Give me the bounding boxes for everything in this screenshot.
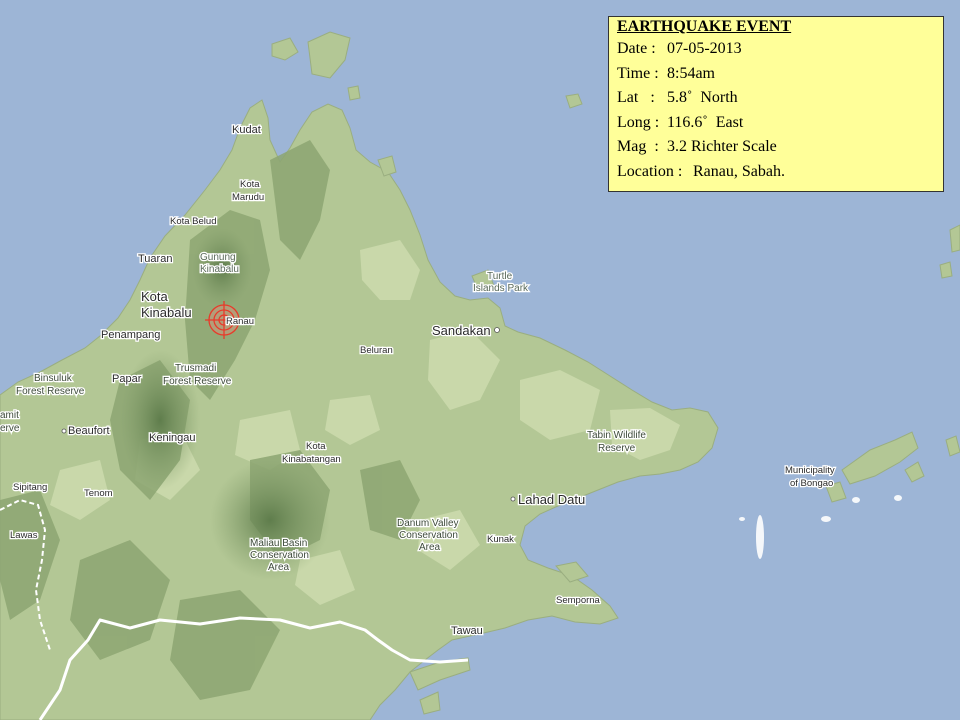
label-turtle-islands-line1: Turtle bbox=[487, 271, 513, 282]
date-label: Date : bbox=[617, 40, 656, 57]
longitude-value: 116.6˚ East bbox=[667, 113, 744, 131]
label-penampang: Penampang bbox=[101, 329, 160, 341]
latitude-row: Lat : 5.8˚ North bbox=[617, 86, 935, 111]
label-ranau: Ranau bbox=[226, 316, 254, 327]
location-value: Ranau, Sabah. bbox=[693, 162, 785, 180]
label-papar: Papar bbox=[112, 373, 142, 385]
label-semporna: Semporna bbox=[556, 595, 601, 606]
label-bongao-line1: Municipality bbox=[785, 465, 835, 476]
label-trusmadi-line1: Trusmadi bbox=[175, 363, 216, 374]
label-binsuluk-line2: Forest Reserve bbox=[16, 386, 85, 397]
label-gunung-line1: Gunung bbox=[200, 252, 236, 263]
label-kota-marudu-line2: Marudu bbox=[232, 192, 264, 203]
label-maliau-line2: Conservation bbox=[250, 550, 309, 561]
label-tabin-line1: Tabin Wildlife bbox=[587, 430, 646, 441]
time-value: 8:54am bbox=[667, 64, 715, 82]
label-kota-kinabalu-line2: Kinabalu bbox=[141, 305, 192, 320]
label-maliau-line3: Area bbox=[268, 562, 290, 573]
label-tabin-line2: Reserve bbox=[598, 443, 636, 454]
label-amit-line1: amit bbox=[0, 410, 19, 421]
magnitude-value: 3.2 Richter Scale bbox=[667, 138, 777, 155]
magnitude-label: Mag : bbox=[617, 138, 659, 155]
label-gunung-line2: Kinabalu bbox=[200, 264, 239, 275]
label-kota-kinabalu-line1: Kota bbox=[141, 289, 169, 304]
longitude-row: Long : 116.6˚ East bbox=[617, 111, 935, 136]
latitude-label: Lat : bbox=[617, 89, 655, 106]
label-danum-line3: Area bbox=[419, 542, 441, 553]
label-kunak: Kunak bbox=[487, 534, 514, 545]
label-danum-line2: Conservation bbox=[399, 530, 458, 541]
label-tuaran: Tuaran bbox=[138, 253, 172, 265]
date-value: 07-05-2013 bbox=[667, 40, 742, 57]
label-lahad-datu: Lahad Datu bbox=[518, 492, 585, 507]
label-tenom: Tenom bbox=[84, 488, 113, 499]
longitude-label: Long : bbox=[617, 113, 660, 131]
magnitude-row: Mag : 3.2 Richter Scale bbox=[617, 135, 935, 160]
label-lawas: Lawas bbox=[10, 530, 38, 541]
label-tawau: Tawau bbox=[451, 625, 483, 637]
location-label: Location : bbox=[617, 162, 683, 180]
label-amit-line2: erve bbox=[0, 423, 20, 434]
date-row: Date : 07-05-2013 bbox=[617, 37, 935, 62]
label-turtle-islands-line2: Islands Park bbox=[473, 283, 529, 294]
earthquake-info-box: EARTHQUAKE EVENT Date : 07-05-2013 Time … bbox=[608, 16, 944, 192]
latitude-value: 5.8˚ North bbox=[667, 89, 738, 106]
location-row: Location : Ranau, Sabah. bbox=[617, 160, 935, 185]
label-trusmadi-line2: Forest Reserve bbox=[163, 376, 232, 387]
label-sandakan: Sandakan bbox=[432, 323, 491, 338]
time-row: Time : 8:54am bbox=[617, 62, 935, 87]
label-sipitang: Sipitang bbox=[13, 482, 47, 493]
time-label: Time : bbox=[617, 64, 659, 82]
label-kota-marudu-line1: Kota bbox=[240, 179, 260, 190]
info-box-title: EARTHQUAKE EVENT bbox=[617, 18, 792, 35]
label-beaufort: Beaufort bbox=[68, 425, 110, 437]
label-kota-kinabatangan-line2: Kinabatangan bbox=[282, 454, 341, 465]
label-danum-line1: Danum Valley bbox=[397, 518, 459, 529]
label-kota-kinabatangan-line1: Kota bbox=[306, 441, 326, 452]
label-keningau: Keningau bbox=[149, 432, 196, 444]
label-maliau-line1: Maliau Basin bbox=[250, 538, 307, 549]
label-kudat: Kudat bbox=[232, 124, 261, 136]
label-beluran: Beluran bbox=[360, 345, 393, 356]
label-kota-belud: Kota Belud bbox=[170, 216, 216, 227]
label-binsuluk-line1: Binsuluk bbox=[34, 373, 73, 384]
label-bongao-line2: of Bongao bbox=[790, 478, 833, 489]
